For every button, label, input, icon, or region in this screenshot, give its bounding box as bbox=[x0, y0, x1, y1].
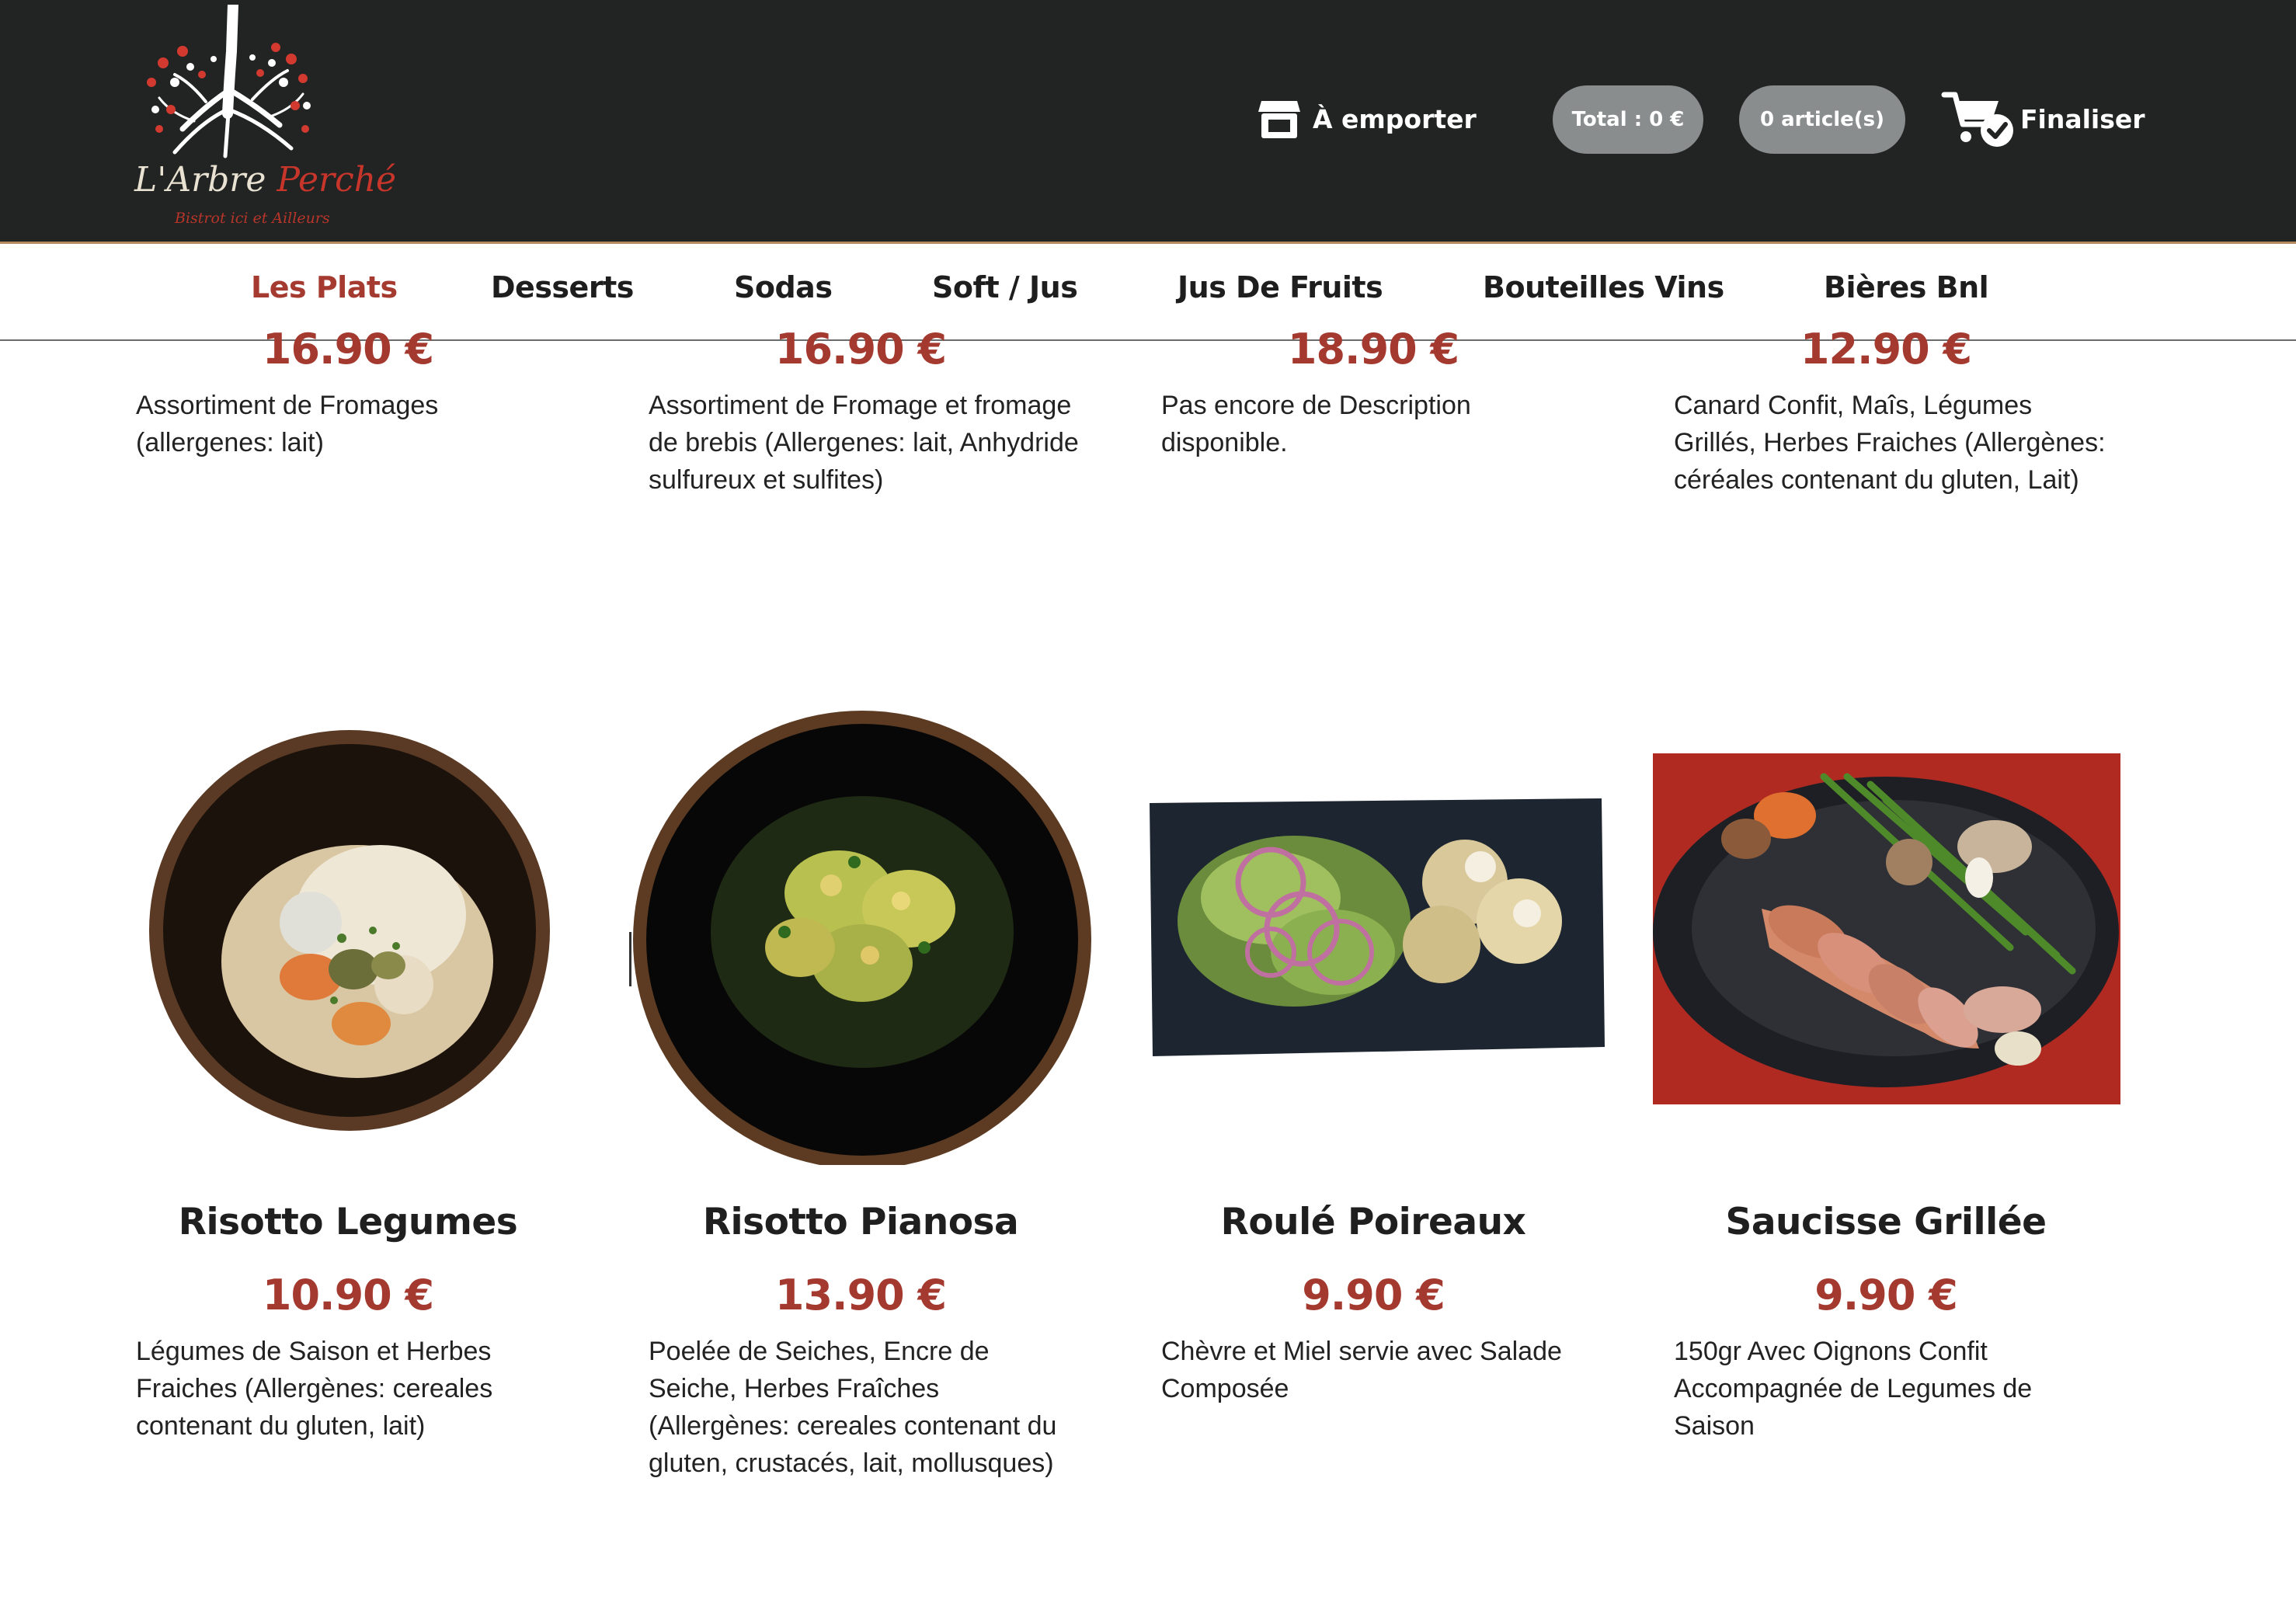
risotto-legumes-photo[interactable] bbox=[148, 729, 551, 1132]
cart-check-icon bbox=[1941, 92, 2013, 147]
category-tab-sodas[interactable]: Sodas bbox=[734, 270, 833, 304]
logo-wordmark: L'Arbre Perché bbox=[134, 160, 397, 200]
product-price: 18.90 € bbox=[1287, 325, 1459, 374]
product-price: 16.90 € bbox=[262, 325, 434, 374]
product-description: Chèvre et Miel servie avec Salade Compos… bbox=[1161, 1337, 1562, 1403]
category-tab-bouteilles-vins[interactable]: Bouteilles Vins bbox=[1483, 270, 1724, 304]
restaurant-logo[interactable]: L'Arbre Perché Bistrot ici et Ailleurs bbox=[128, 0, 396, 231]
category-tab-les-plats[interactable]: Les Plats bbox=[251, 270, 398, 304]
roule-poireaux-photo[interactable] bbox=[1146, 797, 1606, 1059]
logo-tagline: Bistrot ici et Ailleurs bbox=[175, 210, 330, 227]
category-tab-soft-jus[interactable]: Soft / Jus bbox=[932, 270, 1078, 304]
saucisse-grillee-photo[interactable] bbox=[1653, 753, 2120, 1104]
product-price: 12.90 € bbox=[1800, 325, 1972, 374]
checkout-label: Finaliser bbox=[2020, 103, 2145, 134]
checkout-button[interactable]: Finaliser bbox=[1941, 84, 2145, 154]
product-price: 13.90 € bbox=[774, 1271, 947, 1320]
product-price: 16.90 € bbox=[774, 325, 947, 374]
product-price: 9.90 € bbox=[1814, 1271, 1958, 1320]
product-name[interactable]: Risotto Pianosa bbox=[604, 1201, 1117, 1243]
product-name[interactable]: Roulé Poireaux bbox=[1117, 1201, 1630, 1243]
product-description: Pas encore de Description disponible. bbox=[1161, 391, 1471, 457]
product-description: Légumes de Saison et Herbes Fraiches (Al… bbox=[136, 1337, 493, 1441]
product-description: Assortiment de Fromages (allergenes: lai… bbox=[136, 391, 439, 457]
product-price: 10.90 € bbox=[262, 1271, 434, 1320]
product-description: 150gr Avec Oignons Confit Accompagnée de… bbox=[1674, 1337, 2033, 1441]
takeaway-label: À emporter bbox=[1313, 103, 1477, 134]
tree-logo-icon bbox=[147, 0, 311, 158]
store-icon bbox=[1258, 101, 1300, 138]
product-description: Poelée de Seiches, Encre de Seiche, Herb… bbox=[649, 1337, 1057, 1478]
product-description: Assortiment de Fromage et fromage de bre… bbox=[649, 391, 1079, 495]
category-tab-jus-de-fruits[interactable]: Jus De Fruits bbox=[1178, 270, 1383, 304]
product-name[interactable]: Risotto Legumes bbox=[92, 1201, 604, 1243]
product-price: 9.90 € bbox=[1302, 1271, 1445, 1320]
cart-total-badge[interactable]: Total : 0 € bbox=[1553, 85, 1703, 154]
product-name[interactable]: Saucisse Grillée bbox=[1630, 1201, 2142, 1243]
category-tab-bieres-bnl[interactable]: Bières Bnl bbox=[1824, 270, 1989, 304]
takeaway-button[interactable]: À emporter bbox=[1257, 84, 1477, 154]
top-header: L'Arbre Perché Bistrot ici et Ailleurs À… bbox=[0, 0, 2296, 244]
risotto-pianosa-photo[interactable] bbox=[629, 707, 1095, 1165]
product-description: Canard Confit, Maîs, Légumes Grillés, He… bbox=[1674, 391, 2106, 495]
category-tab-desserts[interactable]: Desserts bbox=[491, 270, 634, 304]
cart-count-badge[interactable]: 0 article(s) bbox=[1739, 85, 1905, 154]
